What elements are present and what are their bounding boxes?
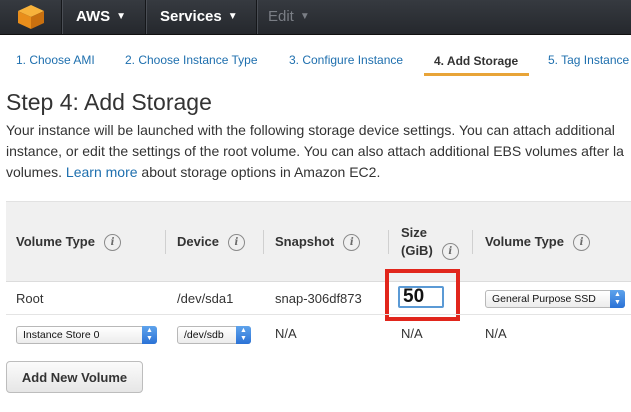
step-configure-instance[interactable]: 3. Configure Instance <box>289 53 403 67</box>
info-icon[interactable]: i <box>441 243 459 260</box>
description-line: volumes. Learn more about storage option… <box>6 162 631 183</box>
page-title: Step 4: Add Storage <box>6 89 212 115</box>
services-menu-label: Services <box>160 8 222 25</box>
aws-cube-logo-icon[interactable] <box>16 4 46 30</box>
step-add-storage[interactable]: 4. Add Storage <box>434 54 518 68</box>
root-volume-type-select-value: General Purpose SSD <box>492 293 596 305</box>
aws-menu-label: AWS <box>76 8 111 25</box>
root-snapshot: snap-306df873 <box>275 291 362 306</box>
select-arrows-icon: ▲ ▼ <box>610 290 625 308</box>
chevron-down-icon: ▼ <box>227 11 238 22</box>
chevron-down-icon: ▼ <box>299 11 310 22</box>
info-icon[interactable]: i <box>103 234 121 251</box>
select-arrows-icon: ▲ ▼ <box>142 326 157 344</box>
learn-more-link[interactable]: Learn more <box>66 164 138 180</box>
add-new-volume-button[interactable]: Add New Volume <box>6 361 143 393</box>
header-size-label: Size <box>401 225 428 240</box>
device-select-value: /dev/sdb <box>184 329 224 341</box>
chevron-down-icon: ▼ <box>116 11 127 22</box>
header-device: Device i <box>177 234 245 251</box>
root-volume-type: Root <box>16 291 44 306</box>
header-volume-type-label: Volume Type <box>16 234 95 249</box>
root-volume-type-select[interactable]: General Purpose SSD ▲ ▼ <box>485 290 625 308</box>
nav-divider <box>61 0 62 34</box>
header-size: Size (GiB) i <box>401 224 459 260</box>
info-icon[interactable]: i <box>572 234 590 251</box>
info-icon[interactable]: i <box>227 234 245 251</box>
column-divider <box>472 230 473 254</box>
step-tag-instance[interactable]: 5. Tag Instance <box>548 53 629 67</box>
top-nav-bar: AWS ▼ Services ▼ Edit ▼ <box>0 0 631 35</box>
root-size-input[interactable] <box>398 286 444 308</box>
instance-store-select[interactable]: Instance Store 0 ▲ ▼ <box>16 326 157 344</box>
header-ebs-volume-type-label: Volume Type <box>485 234 564 249</box>
select-arrows-icon: ▲ ▼ <box>236 326 251 344</box>
column-divider <box>165 230 166 254</box>
column-divider <box>388 230 389 254</box>
active-step-indicator <box>424 73 529 76</box>
services-menu[interactable]: Services ▼ <box>160 0 238 34</box>
edit-menu-label: Edit <box>268 8 294 25</box>
edit-menu[interactable]: Edit ▼ <box>268 0 310 34</box>
header-device-label: Device <box>177 234 219 249</box>
header-snapshot: Snapshot i <box>275 234 361 251</box>
header-volume-type: Volume Type i <box>16 234 121 251</box>
description-text: volumes. <box>6 164 66 180</box>
row-divider <box>6 314 631 315</box>
header-size-unit-row: (GiB) i <box>401 242 459 260</box>
instance-store-select-value: Instance Store 0 <box>23 329 100 341</box>
header-size-unit: (GiB) <box>401 243 433 258</box>
aws-menu[interactable]: AWS ▼ <box>76 0 126 34</box>
instance-store-ebs-volume-type: N/A <box>485 326 507 341</box>
info-icon[interactable]: i <box>343 234 361 251</box>
nav-divider <box>145 0 146 34</box>
nav-divider <box>256 0 257 34</box>
description-line: Your instance will be launched with the … <box>6 122 615 138</box>
description-line: instance, or edit the settings of the ro… <box>6 143 624 159</box>
instance-store-size: N/A <box>401 326 423 341</box>
root-device: /dev/sda1 <box>177 291 234 306</box>
step-choose-ami[interactable]: 1. Choose AMI <box>16 53 95 67</box>
step-choose-instance-type[interactable]: 2. Choose Instance Type <box>125 53 258 67</box>
column-divider <box>263 230 264 254</box>
description-text: about storage options in Amazon EC2. <box>137 164 381 180</box>
header-snapshot-label: Snapshot <box>275 234 335 249</box>
instance-store-snapshot: N/A <box>275 326 297 341</box>
header-ebs-volume-type: Volume Type i <box>485 234 590 251</box>
page-description: Your instance will be launched with the … <box>6 120 631 183</box>
device-select[interactable]: /dev/sdb ▲ ▼ <box>177 326 251 344</box>
